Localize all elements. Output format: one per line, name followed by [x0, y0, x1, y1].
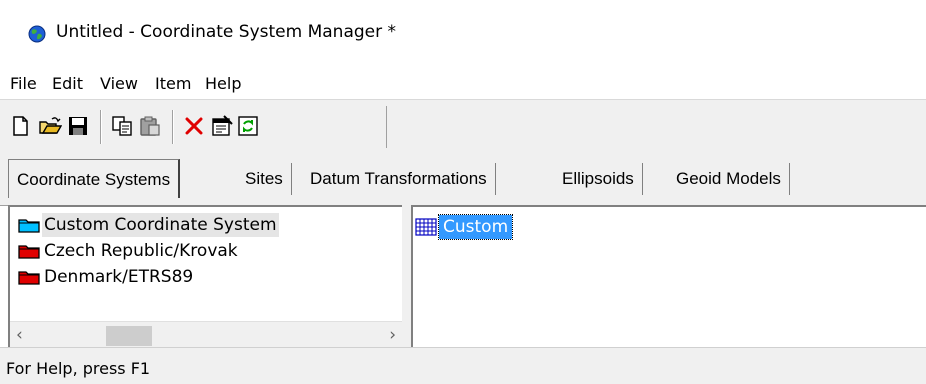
- delete-icon[interactable]: [182, 114, 206, 138]
- open-icon[interactable]: [38, 114, 62, 138]
- tab-geoid-models[interactable]: Geoid Models: [668, 163, 790, 195]
- toolbar: [0, 99, 926, 156]
- scrollbar-thumb[interactable]: [106, 326, 152, 346]
- title-bar: Untitled - Coordinate System Manager *: [0, 0, 926, 68]
- refresh-icon[interactable]: [236, 114, 260, 138]
- tab-coordinate-systems[interactable]: Coordinate Systems: [8, 159, 181, 198]
- tree-item-label: Custom Coordinate System: [42, 213, 279, 237]
- folder-red-icon: [18, 271, 40, 285]
- tab-strip: Coordinate Systems Sites Datum Transform…: [0, 155, 926, 206]
- list-item-label: Custom: [437, 214, 514, 240]
- toolbar-end-line: [386, 106, 387, 148]
- scroll-left-arrow-icon[interactable]: ‹: [16, 325, 23, 345]
- save-icon[interactable]: [66, 114, 90, 138]
- window-title: Untitled - Coordinate System Manager *: [56, 22, 396, 42]
- tab-ellipsoids[interactable]: Ellipsoids: [554, 163, 643, 195]
- scroll-right-arrow-icon[interactable]: ›: [389, 325, 396, 345]
- menu-bar: File Edit View Item Help: [0, 68, 926, 99]
- coordinate-system-tree[interactable]: Custom Coordinate System Czech Republic/…: [8, 205, 405, 349]
- pane-splitter[interactable]: [402, 205, 411, 347]
- status-bar: For Help, press F1: [0, 347, 926, 384]
- paste-icon[interactable]: [138, 114, 162, 138]
- menu-view[interactable]: View: [100, 74, 138, 93]
- folder-cyan-icon: [18, 219, 40, 233]
- tab-datum-transformations[interactable]: Datum Transformations: [302, 163, 496, 195]
- coordinate-system-list[interactable]: Custom: [411, 205, 926, 349]
- grid-icon: [415, 218, 437, 236]
- folder-red-icon: [18, 245, 40, 259]
- toolbar-separator: [172, 110, 174, 144]
- copy-icon[interactable]: [110, 114, 134, 138]
- menu-item[interactable]: Item: [155, 74, 191, 93]
- properties-icon[interactable]: [210, 114, 234, 138]
- tree-item-label: Denmark/ETRS89: [44, 267, 194, 287]
- new-icon[interactable]: [8, 114, 32, 138]
- toolbar-separator: [100, 110, 102, 144]
- menu-edit[interactable]: Edit: [52, 74, 83, 93]
- horizontal-scrollbar[interactable]: ‹ ›: [10, 321, 404, 349]
- globe-icon: [28, 25, 46, 43]
- status-text: For Help, press F1: [6, 359, 151, 378]
- tree-item-label: Czech Republic/Krovak: [44, 241, 238, 261]
- menu-file[interactable]: File: [10, 74, 37, 93]
- menu-help[interactable]: Help: [205, 74, 241, 93]
- tab-sites[interactable]: Sites: [237, 163, 292, 195]
